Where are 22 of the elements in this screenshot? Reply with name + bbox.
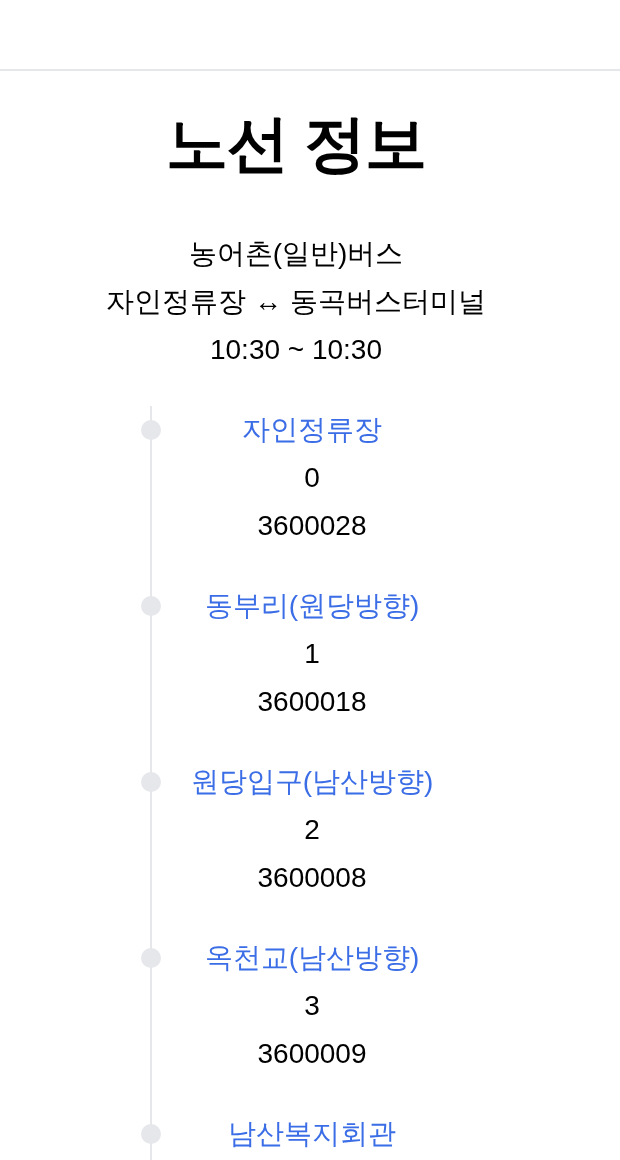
stop-sequence-text: 0 bbox=[304, 462, 320, 493]
stop-sequence-text: 2 bbox=[304, 814, 320, 845]
stop-sequence-text: 3 bbox=[304, 990, 320, 1021]
stop-sequence-text: 1 bbox=[304, 638, 320, 669]
stop-name-link[interactable]: 원당입구(남산방향) bbox=[190, 766, 434, 797]
stop-marker-icon bbox=[141, 420, 161, 440]
stop-marker-icon bbox=[141, 1124, 161, 1144]
bus-type-text: 농어촌(일반)버스 bbox=[188, 238, 404, 269]
stop-name-link[interactable]: 자인정류장 bbox=[242, 414, 382, 445]
stop-name-link[interactable]: 남산복지회관 bbox=[228, 1118, 396, 1149]
stop-marker-icon bbox=[141, 948, 161, 968]
stop-name-link[interactable]: 옥천교(남산방향) bbox=[204, 942, 420, 973]
stop-marker-icon bbox=[141, 772, 161, 792]
stop-marker-icon bbox=[141, 596, 161, 616]
operating-hours-text: 10:30 ~ 10:30 bbox=[209, 334, 382, 365]
stop-name-link[interactable]: 동부리(원당방향) bbox=[204, 590, 420, 621]
stop-id-text: 3600009 bbox=[257, 1038, 367, 1069]
route-endpoints-text: 자인정류장 ↔ 동곡버스터미널 bbox=[106, 286, 486, 317]
stop-id-text: 3600028 bbox=[257, 510, 367, 541]
page-title: 노선 정보 bbox=[164, 108, 428, 180]
stop-id-text: 3600018 bbox=[257, 686, 367, 717]
stop-id-text: 3600008 bbox=[257, 862, 367, 893]
